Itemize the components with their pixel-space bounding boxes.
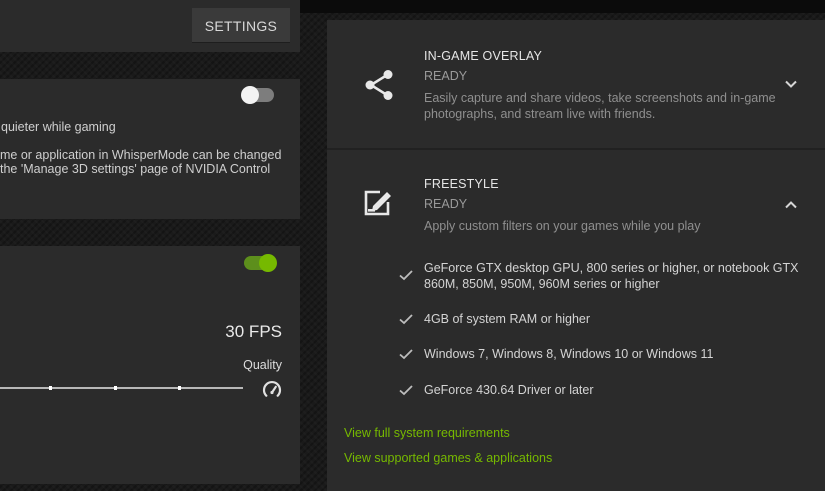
battery-boost-toggle[interactable] xyxy=(244,254,277,272)
section-divider xyxy=(327,148,825,150)
chevron-up-icon[interactable] xyxy=(783,197,799,213)
requirement-gpu: GeForce GTX desktop GPU, 800 series or h… xyxy=(424,261,799,291)
requirement-os: Windows 7, Windows 8, Windows 10 or Wind… xyxy=(424,347,714,361)
speed-gauge-icon xyxy=(262,380,282,397)
whispermode-info-line2: the 'Manage 3D settings' page of NVIDIA … xyxy=(0,162,271,176)
chevron-down-icon[interactable] xyxy=(783,76,799,92)
toggle-knob xyxy=(259,254,277,272)
share-icon xyxy=(365,70,393,100)
overlay-title: IN-GAME OVERLAY xyxy=(424,49,543,63)
whispermode-toggle[interactable] xyxy=(241,86,274,104)
overlay-status: READY xyxy=(424,69,468,83)
checkmark-icon xyxy=(399,314,413,325)
fps-value: 30 FPS xyxy=(225,322,282,341)
overlay-description: Easily capture and share videos, take sc… xyxy=(424,91,776,121)
view-supported-games-link[interactable]: View supported games & applications xyxy=(344,451,552,465)
requirement-driver: GeForce 430.64 Driver or later xyxy=(424,383,594,397)
view-system-requirements-link[interactable]: View full system requirements xyxy=(344,426,510,440)
whispermode-summary: quieter while gaming xyxy=(1,120,116,134)
quality-slider[interactable] xyxy=(0,386,243,390)
requirement-ram: 4GB of system RAM or higher xyxy=(424,312,591,326)
checkmark-icon xyxy=(399,385,413,396)
settings-button[interactable]: SETTINGS xyxy=(192,8,290,43)
freestyle-edit-icon xyxy=(364,190,391,216)
freestyle-title: FREESTYLE xyxy=(424,177,499,191)
freestyle-description: Apply custom filters on your games while… xyxy=(424,219,701,233)
whispermode-info-line1: me or application in WhisperMode can be … xyxy=(0,148,282,162)
slider-tick xyxy=(114,386,117,390)
quality-label: Quality xyxy=(243,358,282,372)
freestyle-status: READY xyxy=(424,197,468,211)
checkmark-icon xyxy=(399,349,413,360)
slider-tick xyxy=(178,386,181,390)
toggle-knob xyxy=(241,86,259,104)
slider-tick xyxy=(49,386,52,390)
checkmark-icon xyxy=(399,270,413,281)
